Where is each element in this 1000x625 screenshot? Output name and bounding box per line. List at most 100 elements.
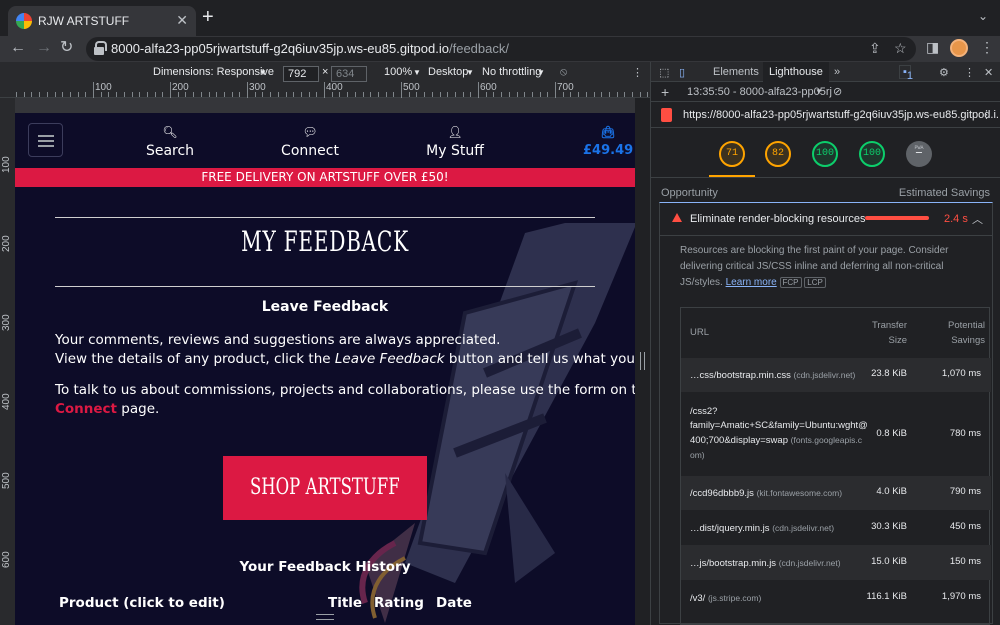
audit-title: Eliminate render-blocking resources <box>690 213 866 225</box>
ruler-major-tick <box>555 82 556 98</box>
tab-search-chevron-icon[interactable]: ⌄ <box>978 9 988 23</box>
learn-more-link[interactable]: Learn more <box>726 277 777 288</box>
shopping-bag-button[interactable]: 👜︎ £49.49 <box>583 125 633 158</box>
report-menu-icon[interactable]: ⋮ <box>981 108 992 121</box>
nav-search[interactable]: 🔍︎ Search <box>143 125 197 159</box>
ruler-label: 300 <box>1 314 12 331</box>
close-tab-icon[interactable]: ✕ <box>176 12 188 29</box>
pwa-badge[interactable]: PWA – <box>906 141 932 167</box>
column-header-product: Product (click to edit) <box>59 595 225 611</box>
audit-header[interactable]: Eliminate render-blocking resources 2.4 … <box>660 203 992 236</box>
reload-icon[interactable]: ↻ <box>60 38 73 58</box>
ruler-tick <box>316 92 318 97</box>
ruler-tick <box>616 92 618 97</box>
devtools-menu-icon[interactable]: ⋮ <box>964 66 975 79</box>
opportunity-label: Opportunity <box>661 187 718 199</box>
side-panel-icon[interactable]: ◨ <box>926 39 939 56</box>
share-icon[interactable]: ⇪ <box>869 40 881 57</box>
table-row[interactable]: /css2? family=Amatic+SC&family=Ubuntu:wg… <box>681 392 991 476</box>
device-type-chevron-icon[interactable]: ▼ <box>466 68 474 77</box>
header-size: Size <box>888 335 907 346</box>
times-sign: × <box>322 66 329 78</box>
report-chevron-icon[interactable]: ▼ <box>815 87 823 96</box>
tab-elements[interactable]: Elements <box>713 66 759 78</box>
ruler-label: 400 <box>326 82 343 93</box>
back-arrow-icon[interactable]: ← <box>10 38 26 58</box>
site-favicon-icon <box>16 13 32 29</box>
throttling-dropdown[interactable]: No throttling <box>482 66 541 78</box>
hamburger-menu-button[interactable] <box>28 123 63 157</box>
forward-arrow-icon[interactable]: → <box>36 38 52 58</box>
throttling-chevron-icon[interactable]: ▼ <box>537 68 545 77</box>
bookmark-star-icon[interactable]: ☆ <box>894 40 907 57</box>
address-bar[interactable]: 8000-alfa23-pp05rjwartstuff-g2q6iuv35jp.… <box>86 37 916 61</box>
table-row[interactable]: /v3/ (js.stripe.com) 116.1 KiB 1,970 ms <box>681 580 991 615</box>
collapse-chevron-icon[interactable]: ︿ <box>972 211 983 227</box>
zoom-chevron-icon[interactable]: ▼ <box>413 68 421 77</box>
issues-badge[interactable]: ▪ 1 <box>899 65 913 82</box>
browser-menu-icon[interactable]: ⋮ <box>980 39 994 56</box>
viewport-resize-handle-right[interactable] <box>640 352 645 370</box>
ruler-tick <box>85 92 87 97</box>
address-url[interactable]: 8000-alfa23-pp05rjwartstuff-g2q6iuv35jp.… <box>111 41 509 56</box>
seo-score[interactable]: 100 <box>859 141 885 167</box>
emulated-viewport: 🔍︎ Search 💬︎ Connect 👤︎ My Stuff 👜︎ £49.… <box>15 113 635 625</box>
browser-toolbar: ← → ↻ 8000-alfa23-pp05rjwartstuff-g2q6iu… <box>0 36 1000 62</box>
rotate-icon[interactable]: ⦸ <box>560 66 567 79</box>
ruler-label: 500 <box>403 82 420 93</box>
zoom-dropdown[interactable]: 100% <box>384 66 412 78</box>
device-options-icon[interactable]: ⋮ <box>632 66 643 79</box>
connect-link[interactable]: Connect <box>55 401 117 417</box>
nav-connect[interactable]: 💬︎ Connect <box>279 125 341 159</box>
table-row[interactable]: /ccd96dbbb9.js (kit.fontawesome.com) 4.0… <box>681 476 991 510</box>
lock-icon[interactable] <box>94 41 107 55</box>
nav-my-stuff[interactable]: 👤︎ My Stuff <box>423 125 487 159</box>
performance-score[interactable]: 71 <box>719 141 745 167</box>
delivery-banner: FREE DELIVERY ON ARTSTUFF OVER £50! <box>15 168 635 187</box>
page-title: MY FEEDBACK <box>241 225 409 258</box>
tab-lighthouse[interactable]: Lighthouse <box>763 62 829 82</box>
resources-table: URL Transfer Size Potential Savings …css… <box>680 307 991 625</box>
device-toggle-icon[interactable]: ▯ <box>679 66 685 79</box>
table-row[interactable]: …dist/jquery.min.js (cdn.jsdelivr.net) 3… <box>681 510 991 545</box>
profile-avatar[interactable] <box>950 39 968 57</box>
ruler-tick <box>347 92 349 97</box>
more-tabs-button[interactable]: » <box>834 66 840 78</box>
ruler-tick <box>123 92 125 97</box>
device-type-dropdown[interactable]: Desktop <box>428 66 468 78</box>
settings-gear-icon[interactable]: ⚙ <box>939 66 949 79</box>
height-input[interactable]: 634 <box>331 66 367 82</box>
leave-feedback-heading: Leave Feedback <box>261 299 389 315</box>
column-header-rating: Rating <box>374 595 424 611</box>
ruler-tick <box>239 92 241 97</box>
devtools-panel: ⬚ ▯ Elements Lighthouse » ▪ 1 ⚙ ⋮ ✕ + 13… <box>650 62 1000 625</box>
ruler-tick <box>585 92 587 97</box>
dimensions-dropdown[interactable]: Dimensions: Responsive <box>153 66 274 78</box>
browser-tab[interactable]: RJW ARTSTUFF ✕ <box>8 6 196 36</box>
ruler-label: 200 <box>1 235 12 252</box>
best-practices-score[interactable]: 100 <box>812 141 838 167</box>
close-devtools-icon[interactable]: ✕ <box>984 66 993 79</box>
inspect-element-icon[interactable]: ⬚ <box>659 66 669 79</box>
table-row[interactable]: …js/bootstrap.min.js (cdn.jsdelivr.net) … <box>681 545 991 580</box>
clear-reports-icon[interactable]: ⊘ <box>833 85 842 98</box>
dimensions-chevron-icon[interactable]: ▼ <box>259 68 267 77</box>
ruler-tick <box>146 92 148 97</box>
table-row[interactable]: …css/bootstrap.min.css (cdn.jsdelivr.net… <box>681 358 991 392</box>
new-report-icon[interactable]: + <box>661 84 669 100</box>
accessibility-score[interactable]: 82 <box>765 141 791 167</box>
ruler-tick <box>277 92 279 97</box>
savings-bar <box>865 216 929 220</box>
width-input[interactable]: 792 <box>283 66 319 82</box>
report-selector[interactable]: 13:35:50 - 8000-alfa23-pp05rj <box>687 86 832 98</box>
new-tab-button[interactable]: + <box>202 7 214 27</box>
ruler-tick <box>632 92 633 97</box>
ruler-tick <box>547 92 549 97</box>
viewport-resize-handle-bottom[interactable] <box>316 614 334 620</box>
ruler-major-tick <box>401 82 402 98</box>
ruler-major-tick <box>93 82 94 98</box>
tab-strip: RJW ARTSTUFF ✕ + ⌄ <box>0 0 1000 36</box>
ruler-tick <box>223 92 225 97</box>
ruler-label: 600 <box>1 551 12 568</box>
shop-artstuff-button[interactable]: SHOP ARTSTUFF <box>223 456 427 520</box>
